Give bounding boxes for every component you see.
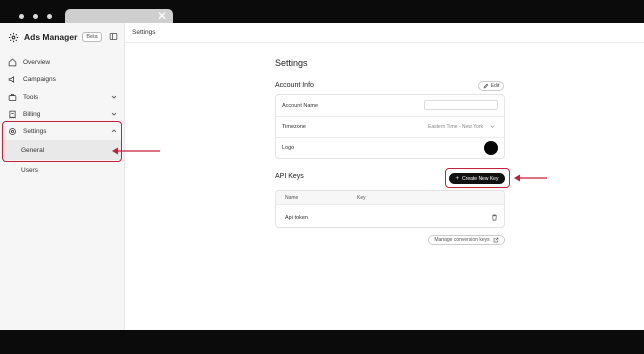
manage-conversion-keys-button[interactable]: Manage conversion keys — [428, 235, 505, 245]
column-header-name: Name — [285, 195, 299, 201]
sidebar-toggle-icon[interactable] — [109, 32, 118, 41]
field-label: Account Name — [282, 103, 319, 109]
chevron-down-icon[interactable] — [489, 123, 496, 130]
sidebar-subitem-users[interactable]: Users — [21, 167, 38, 174]
close-icon[interactable]: ✕ — [157, 9, 167, 23]
breadcrumb: Settings — [132, 29, 156, 36]
window-dot-icon — [47, 14, 52, 19]
toolbox-icon — [8, 93, 17, 102]
chevron-down-icon[interactable] — [110, 110, 118, 118]
window-title-bar: ✕ — [0, 0, 644, 24]
sidebar-item-overview[interactable]: Overview — [8, 55, 118, 69]
api-key-name: Api token — [285, 215, 308, 221]
sidebar-item-billing[interactable]: Billing — [8, 107, 118, 121]
sidebar-item-tools[interactable]: Tools — [8, 90, 118, 104]
app-window: Ads Manager Beta Overview Campaigns Tool… — [0, 23, 644, 330]
app-name: Ads Manager — [24, 32, 78, 42]
api-keys-title: API Keys — [275, 173, 304, 180]
annotation-arrow — [112, 147, 160, 155]
edit-label: Edit — [490, 83, 500, 89]
window-bottom-bar — [0, 330, 644, 354]
window-dot-icon — [33, 14, 38, 19]
field-label: Logo — [282, 145, 295, 151]
account-name-input[interactable] — [424, 100, 498, 110]
table-header: Name Key — [276, 191, 504, 205]
highlight-box — [2, 121, 122, 162]
trash-icon[interactable] — [491, 214, 498, 221]
column-header-key: Key — [357, 195, 366, 201]
chevron-down-icon[interactable] — [110, 93, 118, 101]
account-info-title: Account Info — [275, 82, 314, 89]
billing-icon — [8, 110, 17, 119]
main-header: Settings — [125, 23, 644, 43]
brand[interactable]: Ads Manager Beta — [8, 30, 102, 44]
manage-label: Manage conversion keys — [434, 237, 490, 243]
api-keys-table: Name Key Api token — [275, 190, 505, 228]
highlight-box — [445, 168, 510, 188]
field-label: Timezone — [282, 124, 306, 130]
sidebar-item-label: Overview — [23, 58, 51, 66]
home-icon — [8, 58, 17, 67]
account-name-row: Account Name — [276, 95, 504, 116]
edit-button[interactable]: Edit — [478, 81, 504, 91]
account-info-card: Account Name Timezone Eastern Time - New… — [275, 94, 505, 159]
page-title: Settings — [275, 58, 308, 68]
sidebar-item-label: Tools — [23, 93, 39, 101]
sidebar-item-label: Billing — [23, 110, 41, 118]
logo-row: Logo — [276, 138, 504, 159]
sidebar-item-campaigns[interactable]: Campaigns — [8, 72, 118, 86]
sidebar: Ads Manager Beta Overview Campaigns Tool… — [0, 23, 125, 330]
annotation-arrow — [514, 174, 547, 182]
megaphone-icon — [8, 75, 17, 84]
window-dot-icon — [19, 14, 24, 19]
timezone-select[interactable]: Eastern Time - New York — [428, 124, 483, 130]
beta-badge: Beta — [82, 32, 102, 42]
browser-tab[interactable]: ✕ — [65, 9, 173, 24]
timezone-row: Timezone Eastern Time - New York — [276, 117, 504, 137]
logo-preview[interactable] — [484, 141, 498, 155]
sidebar-item-label: Campaigns — [23, 75, 56, 83]
external-link-icon — [493, 237, 499, 243]
pencil-icon — [483, 83, 489, 89]
gear-logo-icon — [8, 32, 19, 43]
